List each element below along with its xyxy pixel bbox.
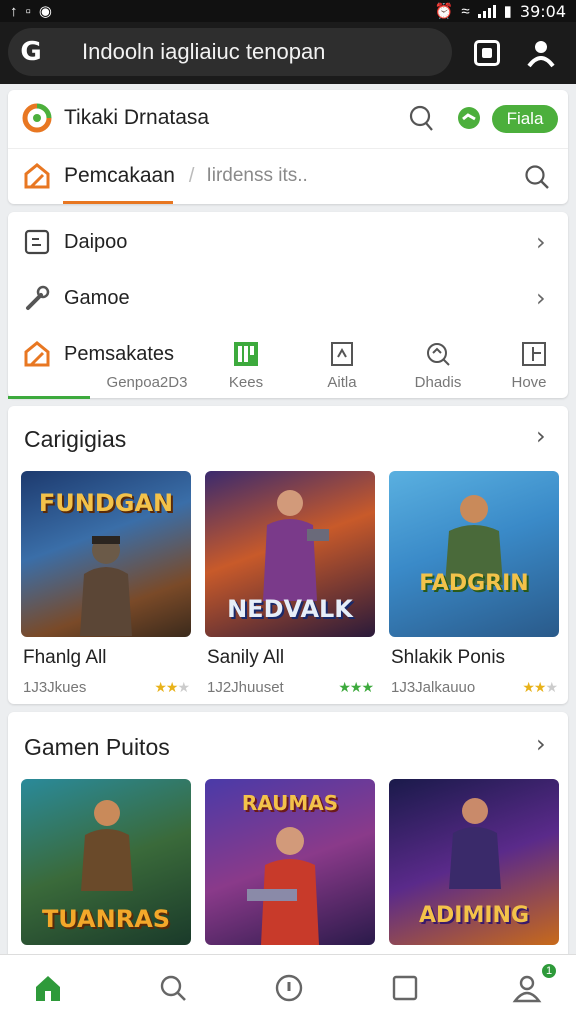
game-card[interactable]: FADGRIN Shlakik Ponis 1J3Jalkauuo ★★★	[389, 471, 559, 696]
section-card: Gamen Puitos › TUANRAS RAUMAS ADIMING	[8, 712, 568, 962]
status-bar: ↑ ▫ ◉ ⏰ ≈ ▮ 39:04	[0, 0, 576, 22]
home-icon	[22, 161, 52, 191]
profile-icon[interactable]	[510, 971, 544, 1005]
divider: /	[188, 164, 195, 187]
game-thumbnail[interactable]: FUNDGAN	[21, 471, 191, 637]
menu-item-label: Gamoe	[64, 286, 130, 309]
tab-label: Kees	[228, 374, 264, 391]
library-icon[interactable]	[388, 971, 422, 1005]
download-count: 1J3Jalkauuo	[391, 679, 476, 696]
wrench-icon	[22, 283, 52, 313]
rating-stars: ★★★	[338, 679, 374, 695]
sim-icon: ▫	[25, 2, 31, 20]
chevron-right-icon: ›	[536, 228, 546, 256]
search-icon[interactable]	[156, 971, 190, 1005]
clock: 39:04	[519, 1, 566, 21]
game-name: Sanily All	[207, 647, 285, 668]
game-name: Fhanlg All	[23, 647, 107, 668]
active-tab-indicator	[8, 396, 90, 399]
game-name: Shlakik Ponis	[391, 647, 506, 668]
header-card: Tikaki Drnatasa Fiala Pemcakaan / Iirden…	[8, 90, 568, 204]
address-bar[interactable]: G Indooln iagliaiuc tenopan	[8, 28, 452, 76]
menu-item-pemsakates[interactable]: Pemsakates	[8, 326, 568, 382]
tab-switcher-icon[interactable]	[474, 40, 500, 66]
game-art-title: FUNDGAN	[38, 489, 174, 517]
game-thumbnail[interactable]: NEDVALK	[205, 471, 375, 637]
game-card[interactable]: ADIMING	[389, 779, 559, 945]
game-thumbnail[interactable]: TUANRAS	[21, 779, 191, 945]
document-icon	[22, 227, 52, 257]
menu-item-label: Daipoo	[64, 230, 128, 253]
section-title: Carigigias	[24, 426, 127, 452]
account-icon[interactable]	[526, 38, 556, 68]
wifi-icon: ≈	[461, 2, 470, 20]
tab-search[interactable]: Pemcakaan	[64, 164, 175, 188]
menu-item-label: Pemsakates	[64, 342, 175, 365]
download-count: 1J3Jkues	[23, 679, 87, 696]
browser-toolbar: G Indooln iagliaiuc tenopan	[0, 22, 576, 84]
tab-dhadis[interactable]: Dhadis	[398, 374, 478, 392]
game-art-title: TUANRAS	[41, 905, 171, 933]
compass-icon[interactable]	[272, 971, 306, 1005]
search-input[interactable]: Iirdenss its..	[206, 165, 307, 187]
game-art-title: RAUMAS	[241, 791, 339, 815]
rating-stars: ★★★	[154, 679, 190, 695]
google-g-icon[interactable]: G	[8, 37, 54, 67]
menu-item-gamoe[interactable]: Gamoe ›	[8, 270, 568, 326]
fiala-button[interactable]: Fiala	[492, 105, 558, 133]
tab-aitla[interactable]: Aitla	[302, 374, 382, 392]
active-tab-indicator	[63, 201, 173, 204]
signal-icon	[477, 4, 496, 18]
battery-icon: ▮	[503, 3, 512, 20]
game-thumbnail[interactable]: FADGRIN	[389, 471, 559, 637]
app-logo-icon	[22, 103, 52, 133]
url-text[interactable]: Indooln iagliaiuc tenopan	[54, 39, 325, 65]
game-art-title: FADGRIN	[419, 571, 529, 596]
search-icon[interactable]	[424, 340, 452, 368]
rating-stars: ★★★	[522, 679, 558, 695]
tab-hove[interactable]: Hove	[494, 374, 564, 392]
app-title: Tikaki Drnatasa	[64, 106, 210, 129]
chevron-right-icon: ›	[536, 284, 546, 312]
tab-label: Aitla	[327, 374, 357, 391]
search-icon[interactable]	[522, 162, 552, 192]
menu-card: Daipoo › Gamoe › Pemsakates Genpoa2D3 Ke…	[8, 212, 568, 399]
game-card[interactable]: TUANRAS	[21, 779, 191, 945]
game-art-title: ADIMING	[418, 903, 530, 928]
notification-icon: ↑	[10, 2, 18, 20]
camera-icon: ◉	[38, 3, 52, 20]
tab-kees[interactable]: Kees	[206, 374, 286, 392]
game-thumbnail[interactable]: RAUMAS	[205, 779, 375, 945]
game-card[interactable]: RAUMAS	[205, 779, 375, 945]
menu-item-daipoo[interactable]: Daipoo ›	[8, 214, 568, 270]
tab-label: Hove	[511, 374, 547, 391]
grid-icon[interactable]	[232, 340, 260, 368]
tab-label: Dhadis	[414, 374, 462, 391]
game-thumbnail[interactable]: ADIMING	[389, 779, 559, 945]
search-icon[interactable]	[406, 103, 436, 133]
tab-label: Genpoa2D3	[106, 374, 188, 391]
home-icon	[22, 339, 52, 369]
flag-icon[interactable]	[520, 340, 548, 368]
section-title: Gamen Puitos	[24, 734, 170, 760]
tab-genpoa[interactable]: Genpoa2D3	[106, 374, 188, 392]
doc-icon[interactable]	[328, 340, 356, 368]
section-card: Carigigias › FUNDGAN Fhanlg All 1J3Jkues…	[8, 406, 568, 704]
game-art-title: NEDVALK	[227, 595, 353, 623]
bottom-navigation	[0, 954, 576, 1024]
alarm-icon: ⏰	[434, 3, 454, 20]
home-icon[interactable]	[31, 971, 65, 1005]
chat-icon[interactable]	[454, 104, 484, 134]
chevron-right-icon[interactable]: ›	[536, 422, 546, 450]
chevron-right-icon[interactable]: ›	[536, 730, 546, 758]
notification-badge: 1	[540, 962, 558, 980]
game-card[interactable]: NEDVALK Sanily All 1J2Jhuuset ★★★	[205, 471, 375, 696]
download-count: 1J2Jhuuset	[207, 679, 284, 696]
game-card[interactable]: FUNDGAN Fhanlg All 1J3Jkues ★★★	[21, 471, 191, 696]
